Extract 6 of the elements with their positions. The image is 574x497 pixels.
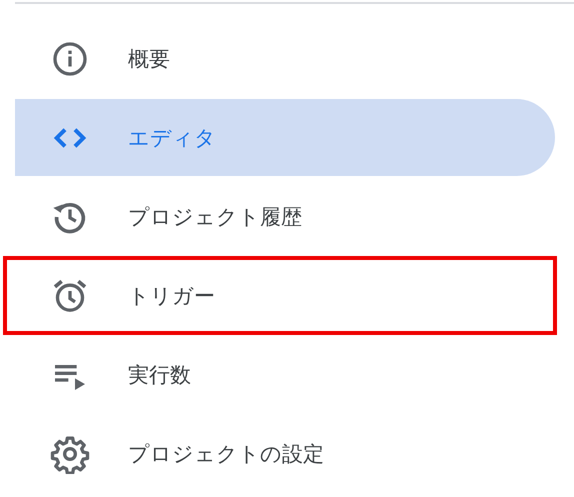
settings-icon	[50, 434, 90, 474]
nav-item[interactable]: プロジェクト履歴	[15, 178, 555, 255]
nav-item[interactable]: 概要	[15, 20, 555, 97]
nav-item[interactable]: トリガー	[15, 257, 555, 334]
nav-item[interactable]: 実行数	[15, 336, 555, 413]
nav-item[interactable]: プロジェクトの設定	[15, 415, 555, 492]
